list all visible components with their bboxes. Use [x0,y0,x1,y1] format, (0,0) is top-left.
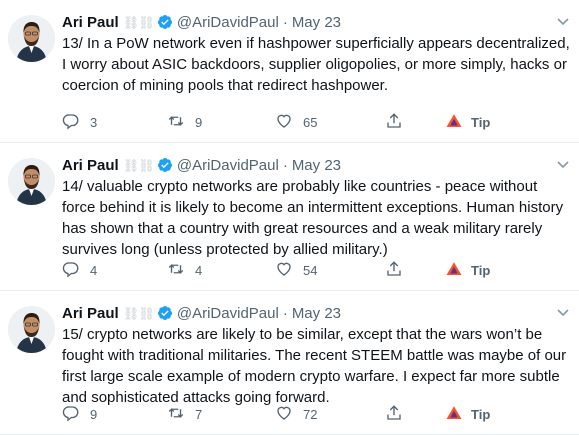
like-button[interactable]: 54 [275,260,317,280]
tweet-date[interactable]: May 23 [292,305,341,322]
retweet-count: 9 [195,114,203,130]
tweet-actions: 3 9 65 Tip [62,112,542,132]
author-name[interactable]: Ari Paul [62,157,119,174]
reply-icon [62,404,80,425]
tip-label: Tip [471,262,491,278]
separator-dot: · [282,157,288,174]
author-name[interactable]: Ari Paul [62,305,119,322]
heart-icon [275,404,293,425]
retweet-icon [167,112,185,133]
share-button[interactable] [385,404,403,424]
share-button[interactable] [385,112,403,132]
brave-triangle-icon [445,260,463,281]
tweet-header: Ari Paul ⛓⛓ @AriDavidPaul · May 23 [62,156,341,176]
chain-links-icon: ⛓⛓ [122,15,155,30]
reply-button[interactable]: 4 [62,260,97,280]
heart-icon [275,260,293,281]
brave-triangle-icon [445,404,463,425]
chevron-down-icon[interactable] [555,304,571,320]
tweet-date[interactable]: May 23 [292,14,341,31]
separator-dot: · [282,14,288,31]
heart-icon [275,112,293,133]
reply-count: 4 [90,262,98,278]
tweet-text: 15/ crypto networks are likely to be sim… [62,326,567,406]
tweet-text: 13/ In a PoW network even if hashpower s… [62,35,570,94]
share-icon [385,260,403,281]
tip-button[interactable]: Tip [445,260,490,280]
author-handle[interactable]: @AriDavidPaul [177,157,279,174]
chevron-down-icon[interactable] [555,13,571,29]
tweet[interactable]: Ari Paul ⛓⛓ @AriDavidPaul · May 23 13/ In a… [0,0,579,143]
author-handle[interactable]: @AriDavidPaul [177,14,279,31]
like-button[interactable]: 72 [275,404,317,424]
tweet-actions: 4 4 54 Tip [62,260,542,280]
tip-button[interactable]: Tip [445,404,490,424]
reply-button[interactable]: 3 [62,112,97,132]
avatar[interactable] [8,306,55,353]
like-count: 54 [303,262,318,278]
chain-links-icon: ⛓⛓ [122,306,155,321]
like-button[interactable]: 65 [275,112,317,132]
avatar[interactable] [8,15,55,62]
tweet-header: Ari Paul ⛓⛓ @AriDavidPaul · May 23 [62,13,341,33]
tip-label: Tip [471,406,491,422]
retweet-button[interactable]: 4 [167,260,202,280]
reply-icon [62,112,80,133]
chain-links-icon: ⛓⛓ [122,158,155,173]
author-name[interactable]: Ari Paul [62,14,119,31]
reply-count: 9 [90,406,98,422]
chevron-down-icon[interactable] [555,156,571,172]
avatar[interactable] [8,158,55,205]
tweet-actions: 9 7 72 Tip [62,404,542,424]
reply-count: 3 [90,114,98,130]
tip-button[interactable]: Tip [445,112,490,132]
like-count: 65 [303,114,318,130]
tweet[interactable]: Ari Paul ⛓⛓ @AriDavidPaul · May 23 14/ valu… [0,143,579,291]
retweet-count: 7 [195,406,203,422]
tip-label: Tip [471,114,491,130]
author-handle[interactable]: @AriDavidPaul [177,305,279,322]
tweet-date[interactable]: May 23 [292,157,341,174]
tweet-header: Ari Paul ⛓⛓ @AriDavidPaul · May 23 [62,304,341,324]
retweet-button[interactable]: 9 [167,112,202,132]
retweet-count: 4 [195,262,203,278]
brave-triangle-icon [445,112,463,133]
verified-badge-icon [157,305,173,321]
retweet-button[interactable]: 7 [167,404,202,424]
like-count: 72 [303,406,318,422]
share-icon [385,112,403,133]
reply-icon [62,260,80,281]
retweet-icon [167,404,185,425]
share-button[interactable] [385,260,403,280]
separator-dot: · [282,305,288,322]
tweet-text: 14/ valuable crypto networks are probabl… [62,178,564,258]
tweet[interactable]: Ari Paul ⛓⛓ @AriDavidPaul · May 23 15/ cryp… [0,291,579,435]
verified-badge-icon [157,157,173,173]
share-icon [385,404,403,425]
verified-badge-icon [157,14,173,30]
reply-button[interactable]: 9 [62,404,97,424]
retweet-icon [167,260,185,281]
